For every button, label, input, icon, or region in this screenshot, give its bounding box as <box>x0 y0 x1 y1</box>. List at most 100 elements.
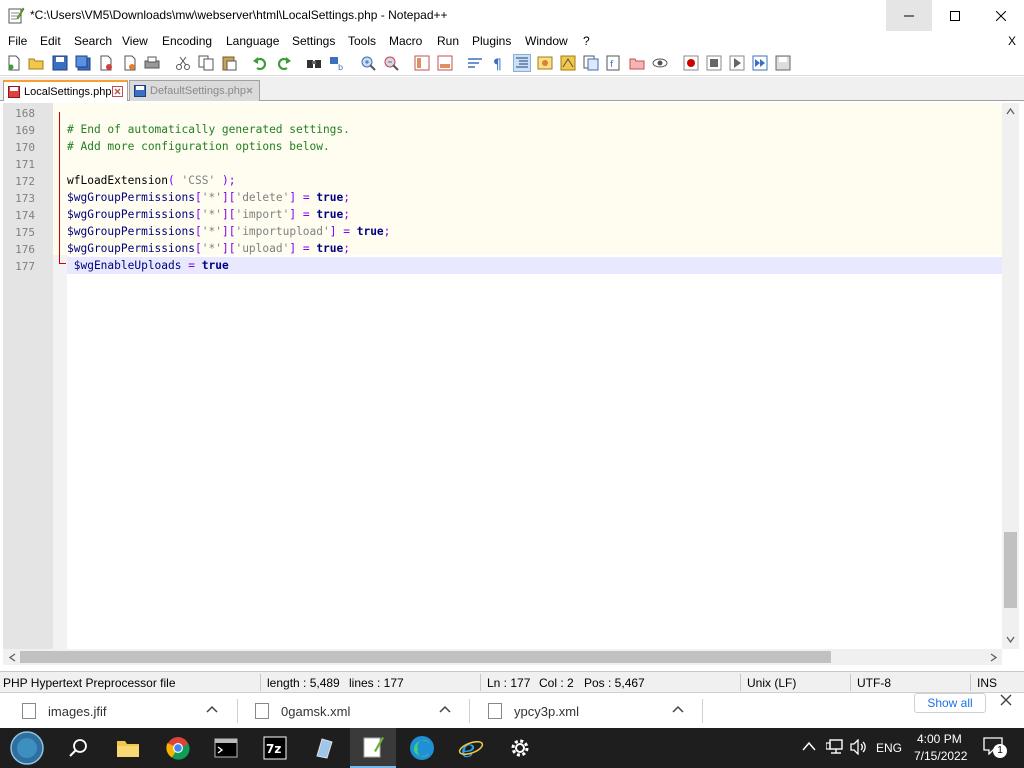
menu-window[interactable]: Window <box>525 34 568 48</box>
folder-icon <box>117 741 139 757</box>
vertical-scroll-thumb[interactable] <box>1004 532 1017 608</box>
udl-icon[interactable] <box>537 55 553 71</box>
scroll-right-icon[interactable] <box>990 653 997 662</box>
taskbar-7zip[interactable]: 7z <box>259 732 291 764</box>
run-macro-multiple-icon[interactable] <box>752 55 768 71</box>
menu-edit[interactable]: Edit <box>40 34 61 48</box>
scroll-left-icon[interactable] <box>9 653 16 662</box>
undo-icon[interactable] <box>252 55 268 71</box>
doc-list-icon[interactable] <box>583 55 599 71</box>
close-file-icon[interactable] <box>98 55 114 71</box>
clock-date[interactable]: 7/15/2022 <box>914 749 967 763</box>
sync-vertical-icon[interactable] <box>414 55 430 71</box>
indent-guide-icon[interactable] <box>513 54 531 72</box>
folder-workspace-icon[interactable] <box>629 55 645 71</box>
download-item[interactable]: 0gamsk.xml <box>255 693 469 729</box>
save-all-icon[interactable] <box>75 55 91 71</box>
close-all-icon[interactable] <box>121 55 137 71</box>
chevron-up-icon[interactable] <box>206 705 218 713</box>
line-number: 171 <box>15 158 35 171</box>
close-document-button[interactable]: X <box>1008 34 1016 48</box>
copy-icon[interactable] <box>198 55 214 71</box>
notification-count-badge: 1 <box>993 744 1007 758</box>
record-macro-icon[interactable] <box>683 55 699 71</box>
show-all-downloads-button[interactable]: Show all <box>914 693 986 713</box>
toolbar: b ¶ f <box>0 51 1024 76</box>
start-button[interactable] <box>8 729 46 767</box>
maximize-button[interactable] <box>932 0 978 31</box>
open-file-icon[interactable] <box>28 55 44 71</box>
taskbar-edge[interactable] <box>406 732 438 764</box>
show-hidden-icons-chevron[interactable] <box>802 741 816 751</box>
replace-icon[interactable]: b <box>329 55 345 71</box>
tab-close-icon[interactable] <box>244 85 255 96</box>
code-line: $wgGroupPermissions['*']['delete'] = tru… <box>67 191 351 204</box>
close-icon <box>996 10 1006 21</box>
status-encoding[interactable]: UTF-8 <box>857 676 891 690</box>
network-icon[interactable] <box>826 739 844 755</box>
stop-macro-icon[interactable] <box>706 55 722 71</box>
taskbar-app[interactable] <box>308 732 340 764</box>
menu-help[interactable]: ? <box>583 34 590 48</box>
notification-center-button[interactable]: 1 <box>983 737 1007 759</box>
close-button[interactable] <box>978 0 1024 31</box>
clock-time[interactable]: 4:00 PM <box>917 732 962 746</box>
download-item[interactable]: ypcy3p.xml <box>488 693 702 729</box>
sync-horizontal-icon[interactable] <box>437 55 453 71</box>
line-number: 168 <box>15 107 35 120</box>
download-item[interactable]: images.jfif <box>22 693 236 729</box>
menu-file[interactable]: File <box>8 34 27 48</box>
taskbar-settings[interactable] <box>504 732 536 764</box>
minimize-button[interactable] <box>886 0 932 31</box>
menu-language[interactable]: Language <box>226 34 279 48</box>
status-divider <box>850 674 851 691</box>
scroll-down-icon[interactable] <box>1006 636 1015 643</box>
status-eol[interactable]: Unix (LF) <box>747 676 796 690</box>
menu-search[interactable]: Search <box>74 34 112 48</box>
cut-icon[interactable] <box>175 55 191 71</box>
menu-tools[interactable]: Tools <box>348 34 376 48</box>
new-file-icon[interactable] <box>6 55 22 71</box>
taskbar-terminal[interactable] <box>210 732 242 764</box>
menu-encoding[interactable]: Encoding <box>162 34 212 48</box>
word-wrap-icon[interactable] <box>467 55 483 71</box>
tab-label: DefaultSettings.php <box>150 85 247 97</box>
save-macro-icon[interactable] <box>775 55 791 71</box>
search-button[interactable] <box>62 732 94 764</box>
redo-icon[interactable] <box>276 55 292 71</box>
scroll-up-icon[interactable] <box>1006 108 1015 115</box>
language-indicator[interactable]: ENG <box>876 741 902 755</box>
zoom-in-icon[interactable] <box>360 55 376 71</box>
svg-text:7z: 7z <box>266 742 281 756</box>
play-macro-icon[interactable] <box>729 55 745 71</box>
tab-localsettings[interactable]: LocalSettings.php <box>3 80 128 101</box>
taskbar-ie[interactable]: e <box>455 732 487 764</box>
print-icon[interactable] <box>144 55 160 71</box>
menu-run[interactable]: Run <box>437 34 459 48</box>
monitoring-icon[interactable] <box>652 55 668 71</box>
taskbar-file-explorer[interactable] <box>112 732 144 764</box>
horizontal-scroll-thumb[interactable] <box>20 651 831 663</box>
menu-view[interactable]: View <box>122 34 148 48</box>
file-icon <box>255 703 269 719</box>
show-all-chars-icon[interactable]: ¶ <box>490 55 506 71</box>
save-icon[interactable] <box>52 55 68 71</box>
taskbar-notepadpp[interactable] <box>350 728 396 768</box>
volume-icon[interactable] <box>850 739 868 755</box>
doc-map-icon[interactable] <box>560 55 576 71</box>
tab-close-icon[interactable] <box>112 86 123 97</box>
menu-plugins[interactable]: Plugins <box>472 34 511 48</box>
chevron-up-icon[interactable] <box>672 705 684 713</box>
find-icon[interactable] <box>306 55 322 71</box>
paste-icon[interactable] <box>221 55 237 71</box>
taskbar-chrome[interactable] <box>162 732 194 764</box>
line-number: 176 <box>15 243 35 256</box>
menu-settings[interactable]: Settings <box>292 34 335 48</box>
zoom-out-icon[interactable] <box>383 55 399 71</box>
close-download-bar-icon[interactable] <box>1000 694 1012 706</box>
tab-defaultsettings[interactable]: DefaultSettings.php <box>129 80 260 101</box>
function-list-icon[interactable]: f <box>606 55 622 71</box>
chevron-up-icon[interactable] <box>439 705 451 713</box>
status-insert-mode[interactable]: INS <box>977 676 997 690</box>
menu-macro[interactable]: Macro <box>389 34 422 48</box>
